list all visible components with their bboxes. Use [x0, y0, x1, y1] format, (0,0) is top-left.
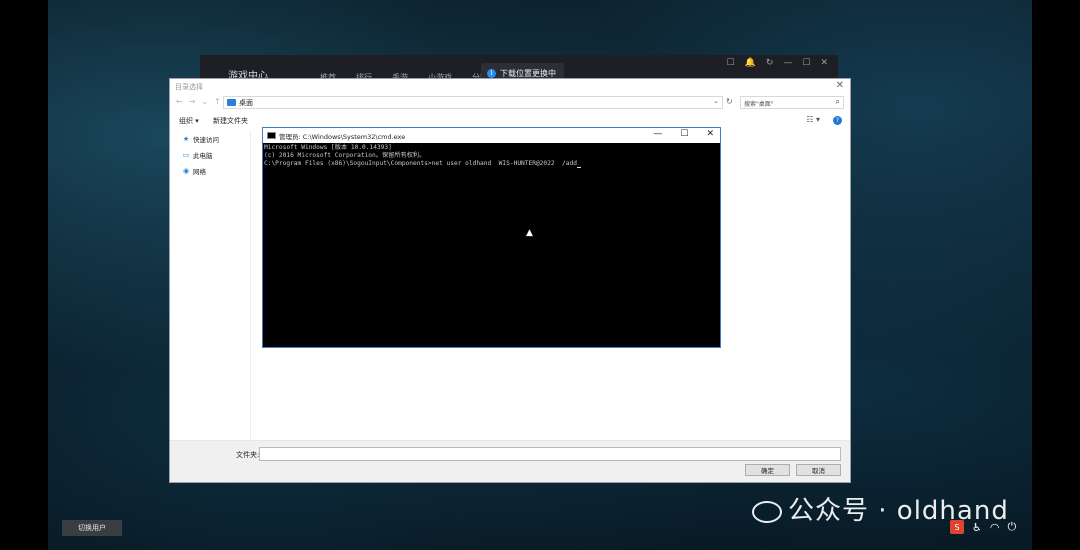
network-icon: ◉ [182, 167, 190, 175]
navigation-bar: ← → ⌄ ↑ 桌面 ⌄ ↻ 搜索"桌面" ⌕ [170, 95, 850, 111]
sidebar-item-label: 快速访问 [193, 136, 219, 144]
close-icon[interactable]: ✕ [836, 80, 844, 91]
chevron-down-icon[interactable]: ⌄ [713, 97, 719, 105]
search-input[interactable]: 搜索"桌面" ⌕ [740, 96, 844, 109]
view-options-icon[interactable]: ☷ ▾ [806, 115, 820, 124]
sidebar-item-label: 网络 [193, 168, 206, 176]
sidebar-item-network[interactable]: ◉ 网络 [170, 163, 250, 179]
nav-buttons: ← → ⌄ ↑ [176, 97, 221, 106]
ok-button[interactable]: 确定 [745, 464, 790, 476]
help-icon[interactable]: ? [833, 116, 842, 125]
maximize-icon[interactable]: ☐ [802, 58, 810, 68]
cancel-button[interactable]: 取消 [796, 464, 841, 476]
text-cursor [576, 167, 581, 168]
accessibility-icon[interactable]: ♿ [972, 521, 982, 534]
minimize-icon[interactable]: — [653, 129, 662, 139]
cmd-window: 管理员: C:\Windows\System32\cmd.exe — ☐ ✕ M… [262, 127, 721, 348]
message-icon[interactable]: ☐ [727, 58, 735, 68]
letterbox-right [1032, 0, 1080, 550]
search-icon[interactable]: ⌕ [836, 97, 840, 107]
close-icon[interactable]: ✕ [820, 58, 828, 68]
folder-icon [227, 99, 236, 106]
dialog-toolbar: 组织 ▾ 新建文件夹 ☷ ▾ ? [170, 114, 850, 128]
dialog-footer: 文件夹: 确定 取消 [170, 440, 850, 482]
cmd-window-controls: — ☐ ✕ [653, 129, 714, 139]
notification-text: 下载位置更换中 [500, 68, 556, 78]
console-line: Microsoft Windows [版本 10.0.14393] [264, 144, 392, 151]
maximize-icon[interactable]: ☐ [680, 129, 688, 139]
sidebar-item-quick-access[interactable]: ★ 快速访问 [170, 131, 250, 147]
sidebar-item-this-pc[interactable]: ▭ 此电脑 [170, 147, 250, 163]
search-placeholder: 搜索"桌面" [744, 101, 774, 108]
organize-menu[interactable]: 组织 ▾ [179, 116, 199, 126]
up-icon[interactable]: ↑ [214, 97, 221, 106]
mouse-pointer-icon: ▲ [526, 228, 533, 238]
power-icon[interactable]: ⏻ [1007, 520, 1016, 534]
bell-icon[interactable]: 🔔 [745, 58, 756, 68]
dialog-title: 目录选择 [175, 83, 203, 91]
minimize-icon[interactable]: — [783, 58, 792, 68]
close-icon[interactable]: ✕ [706, 129, 714, 139]
folder-name-label: 文件夹: [236, 451, 260, 459]
cmd-title: 管理员: C:\Windows\System32\cmd.exe [279, 133, 406, 141]
address-bar[interactable]: 桌面 ⌄ [223, 96, 723, 109]
console-line-current: C:\Program Files (x86)\SogouInput\Compon… [264, 160, 718, 168]
switch-user-button[interactable]: 切换用户 [62, 520, 122, 536]
sidebar-item-label: 此电脑 [193, 152, 213, 160]
new-folder-button[interactable]: 新建文件夹 [213, 116, 248, 126]
sogou-input-icon[interactable]: S [950, 520, 964, 534]
system-tray: S ♿ ◠ ⏻ [950, 520, 1016, 534]
app-window-controls: ☐ 🔔 ↻ — ☐ ✕ [727, 58, 828, 68]
refresh-icon[interactable]: ↻ [766, 58, 774, 68]
chevron-down-icon[interactable]: ⌄ [201, 97, 208, 106]
wifi-icon[interactable]: ◠ [990, 521, 1000, 534]
cmd-icon [267, 132, 276, 139]
folder-name-input[interactable] [259, 447, 841, 461]
cmd-title-bar[interactable]: 管理员: C:\Windows\System32\cmd.exe — ☐ ✕ [263, 128, 720, 143]
computer-icon: ▭ [182, 151, 190, 159]
back-icon[interactable]: ← [176, 97, 183, 106]
info-icon: i [487, 68, 496, 78]
refresh-icon[interactable]: ↻ [726, 97, 733, 106]
address-text: 桌面 [239, 98, 253, 107]
forward-icon[interactable]: → [189, 97, 196, 106]
letterbox-left [0, 0, 48, 550]
navigation-pane: ★ 快速访问 ▭ 此电脑 ◉ 网络 [170, 131, 251, 440]
cmd-console[interactable]: Microsoft Windows [版本 10.0.14393] (c) 201… [264, 144, 718, 345]
wechat-icon [752, 500, 782, 523]
console-line: (c) 2016 Microsoft Corporation。保留所有权利。 [264, 152, 426, 159]
star-icon: ★ [182, 135, 190, 143]
console-command: C:\Program Files (x86)\SogouInput\Compon… [264, 160, 577, 167]
